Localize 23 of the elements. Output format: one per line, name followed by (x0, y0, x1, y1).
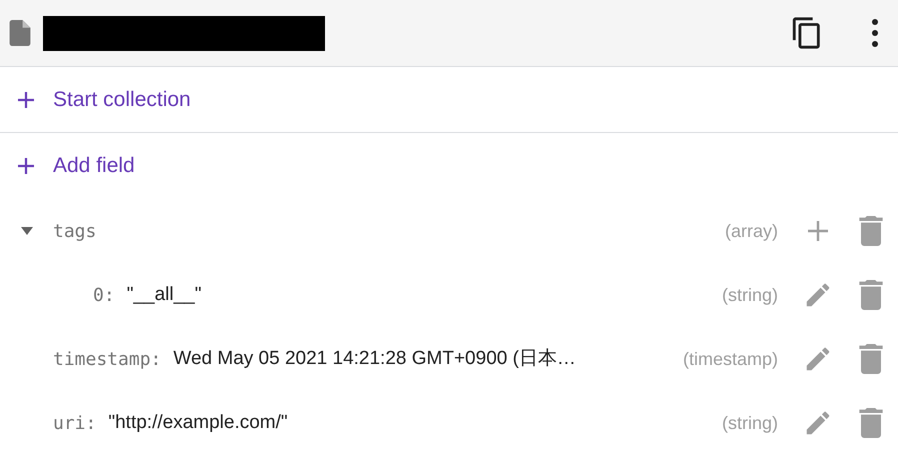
plus-icon[interactable] (806, 219, 830, 243)
trash-icon[interactable] (858, 408, 884, 438)
field-key: timestamp: (53, 346, 162, 372)
field-type: (string) (722, 284, 778, 307)
trash-icon[interactable] (858, 216, 884, 246)
more-options-icon[interactable] (870, 19, 880, 47)
expand-toggle-icon[interactable] (20, 227, 34, 235)
field-type: (timestamp) (682, 348, 778, 371)
field-value: Wed May 05 2021 14:21:28 GMT+0900 (日本… (173, 346, 576, 371)
field-value: "http://example.com/" (108, 410, 288, 435)
field-type: (string) (722, 412, 778, 435)
trash-icon[interactable] (858, 344, 884, 374)
document-icon (9, 20, 31, 46)
field-value: "__all__" (126, 282, 202, 307)
field-key: 0: (93, 282, 115, 308)
trash-icon[interactable] (858, 280, 884, 310)
start-collection-button[interactable]: Start collection (16, 84, 191, 116)
field-key: uri: (53, 410, 96, 436)
add-field-button[interactable]: Add field (16, 150, 135, 182)
field-type: (array) (725, 220, 778, 243)
plus-icon (16, 156, 36, 176)
field-key: tags (53, 218, 96, 244)
plus-icon (16, 90, 36, 110)
